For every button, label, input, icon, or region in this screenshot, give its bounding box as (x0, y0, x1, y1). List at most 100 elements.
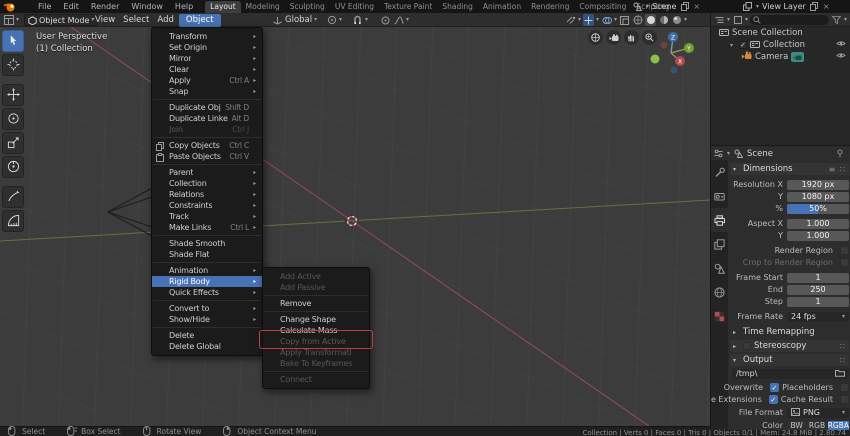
menu-item-connect[interactable]: Connect (263, 374, 369, 385)
menubar-item-file[interactable]: File (32, 0, 57, 13)
scene-name[interactable]: Scene (652, 2, 676, 11)
tool-rotate-button[interactable] (2, 108, 24, 130)
panel-header-dimensions[interactable]: ▾ Dimensions ≡ ∷ (730, 163, 849, 175)
tool-cursor-button[interactable] (2, 54, 24, 76)
workspace-tab-sculpting[interactable]: Sculpting (285, 1, 330, 13)
menu-item-join[interactable]: Join Ctrl J (152, 124, 262, 135)
panel-header-output[interactable]: ▾ Output ∷ (730, 354, 849, 366)
gizmo-y-negative[interactable] (650, 54, 660, 64)
show-gizmos-icon[interactable] (583, 14, 595, 26)
shading-material-icon[interactable] (658, 14, 669, 26)
eye-icon[interactable] (836, 40, 846, 50)
overwrite-checkbox[interactable]: ✓ (770, 383, 780, 392)
workspace-tab-layout[interactable]: Layout (205, 1, 241, 13)
remove-view-layer-icon[interactable]: × (823, 2, 830, 11)
frame-start-field[interactable]: 1 (787, 272, 849, 283)
crop-render-region-checkbox[interactable] (840, 258, 849, 267)
show-object-types-icon[interactable] (565, 14, 576, 26)
properties-tab-output[interactable] (711, 208, 728, 232)
placeholders-checkbox[interactable] (840, 383, 849, 392)
gizmo-z-negative[interactable] (670, 66, 678, 74)
view-layer-name[interactable]: View Layer (762, 2, 806, 11)
file-extensions-checkbox[interactable]: ✓ (768, 395, 778, 404)
new-view-layer-icon[interactable] (809, 1, 820, 13)
menu-item-show-hide[interactable]: Show/Hide ▸ (152, 314, 262, 325)
eye-icon[interactable] (836, 52, 846, 62)
menu-item-delete-global[interactable]: Delete Global (152, 341, 262, 352)
pin-icon[interactable] (834, 148, 845, 160)
properties-tab-render[interactable] (711, 184, 728, 208)
outliner-display-mode-icon[interactable] (714, 14, 725, 26)
outliner-search-input[interactable] (750, 14, 829, 25)
menu-item-remove[interactable]: Remove (263, 298, 369, 309)
cache-result-checkbox[interactable] (840, 395, 849, 404)
navigation-gizmo[interactable]: Z Y X (646, 29, 698, 81)
transform-orientation-dropdown[interactable]: Global ▾ (272, 13, 317, 27)
camera-wireframe-object[interactable] (107, 187, 153, 237)
tool-transform-button[interactable] (2, 156, 24, 178)
menubar-item-render[interactable]: Render (85, 0, 125, 13)
resolution-x-field[interactable]: 1920 px (787, 179, 849, 190)
menu-item-duplicate-linked[interactable]: Duplicate Linked Alt D (152, 113, 262, 124)
outliner-row-camera[interactable]: Camera (711, 51, 850, 63)
panel-menu-icons[interactable]: ∷ (840, 342, 846, 351)
menu-item-constraints[interactable]: Constraints ▸ (152, 200, 262, 211)
viewport-menu-object[interactable]: Object (178, 13, 221, 27)
xray-toggle-icon[interactable] (619, 14, 630, 26)
menubar-item-edit[interactable]: Edit (57, 0, 85, 13)
workspace-tab-animation[interactable]: Animation (478, 1, 526, 13)
properties-tab-tool[interactable] (711, 160, 728, 184)
menu-item-mirror[interactable]: Mirror ▸ (152, 53, 262, 64)
menu-item-rigid-body[interactable]: Rigid Body ▸ (152, 276, 262, 287)
menu-item-animation[interactable]: Animation ▸ (152, 265, 262, 276)
shading-rendered-icon[interactable] (671, 14, 682, 26)
workspace-tab-texture-paint[interactable]: Texture Paint (379, 1, 437, 13)
menubar-item-help[interactable]: Help (169, 0, 199, 13)
resolution-percentage-slider[interactable]: 50% (787, 203, 849, 214)
scene-selector[interactable]: ▾ Scene × (632, 0, 700, 13)
pan-view-button[interactable] (624, 30, 639, 45)
outliner-row-collection[interactable]: ▾ ✓ Collection (711, 39, 850, 51)
camera-view-button[interactable] (606, 30, 621, 45)
menu-item-delete[interactable]: Delete (152, 330, 262, 341)
menu-item-copy-objects[interactable]: Copy Objects Ctrl C (152, 140, 262, 151)
tool-annotate-button[interactable] (2, 186, 24, 208)
resolution-y-field[interactable]: 1080 px (787, 191, 849, 202)
camera-data-badge[interactable] (791, 52, 805, 62)
file-format-dropdown[interactable]: PNG ▾ (787, 407, 849, 418)
panel-header-stereoscopy[interactable]: ▸ Stereoscopy ∷ (730, 340, 849, 352)
aspect-x-field[interactable]: 1.000 (787, 218, 849, 229)
menu-item-bake-to-keyframes[interactable]: Bake To Keyframes (263, 358, 369, 369)
frame-end-field[interactable]: 250 (787, 284, 849, 295)
workspace-tab-shading[interactable]: Shading (437, 1, 477, 13)
output-path-field[interactable]: /tmp\ (732, 368, 849, 379)
frame-step-field[interactable]: 1 (787, 296, 849, 307)
menu-item-quick-effects[interactable]: Quick Effects ▸ (152, 287, 262, 298)
orthographic-grid-button[interactable] (588, 30, 603, 45)
panel-header-time-remapping[interactable]: ▸ Time Remapping (730, 326, 849, 338)
menu-item-change-shape[interactable]: Change Shape (263, 314, 369, 325)
tool-select-button[interactable] (2, 30, 24, 52)
tool-move-button[interactable] (2, 84, 24, 106)
workspace-tab-uv-editing[interactable]: UV Editing (330, 1, 379, 13)
menu-item-transform[interactable]: Transform ▸ (152, 31, 262, 42)
menu-item-track[interactable]: Track ▸ (152, 211, 262, 222)
render-region-checkbox[interactable] (840, 246, 849, 255)
outliner-scene-icon[interactable] (732, 14, 743, 26)
editor-type-button[interactable]: ▾ (3, 13, 19, 27)
properties-tab-texture[interactable] (711, 304, 728, 328)
breadcrumb-scene-label[interactable]: Scene (747, 149, 773, 159)
menu-item-clear[interactable]: Clear ▸ (152, 64, 262, 75)
menu-item-collection[interactable]: Collection ▸ (152, 178, 262, 189)
aspect-y-field[interactable]: 1.000 (787, 230, 849, 241)
mode-dropdown[interactable]: Object Mode ▾ (24, 13, 99, 27)
tool-scale-button[interactable] (2, 132, 24, 154)
viewport-menu-view[interactable]: View (92, 15, 118, 25)
menu-item-set-origin[interactable]: Set Origin ▸ (152, 42, 262, 53)
viewport-menu-add[interactable]: Add (154, 15, 176, 25)
snap-controls[interactable]: ▾ (352, 13, 368, 27)
viewport-menu-select[interactable]: Select (120, 15, 152, 25)
unlink-scene-icon[interactable]: × (693, 2, 700, 11)
collection-checkbox[interactable]: ✓ (739, 41, 747, 49)
menu-item-shade-flat[interactable]: Shade Flat (152, 249, 262, 260)
